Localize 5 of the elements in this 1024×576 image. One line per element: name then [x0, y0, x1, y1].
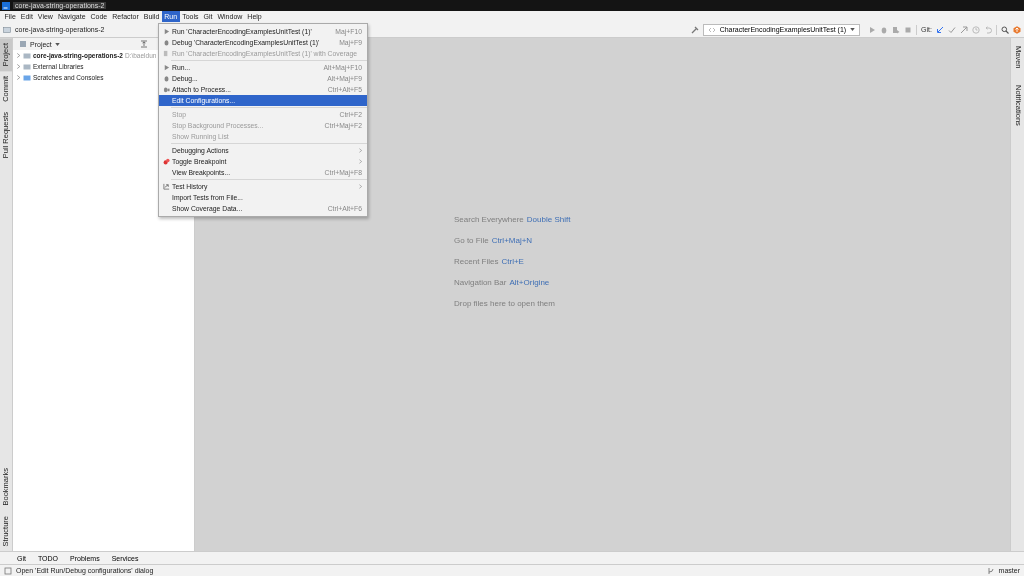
- editor-hint: Recent Files Ctrl+E: [454, 257, 525, 267]
- editor-hint: Drop files here to open them: [454, 299, 556, 309]
- editor-hint: Go to File Ctrl+Maj+N: [454, 236, 534, 246]
- editor-hint: Search Everywhere Double Shift: [454, 215, 571, 225]
- editor-hint: Navigation Bar Alt+Origine: [454, 278, 551, 288]
